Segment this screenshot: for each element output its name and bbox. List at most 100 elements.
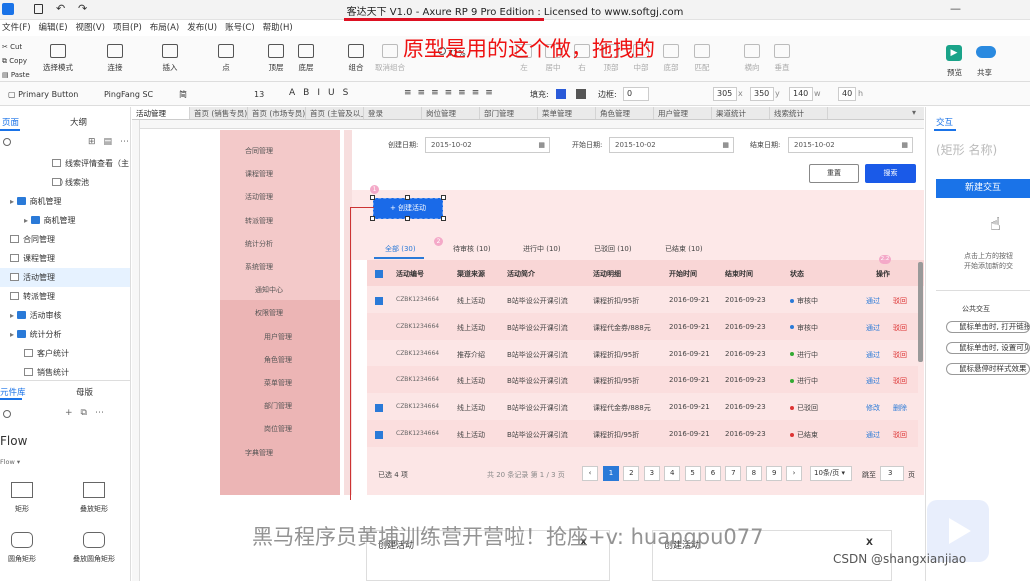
op-link-2[interactable]: 驳回 — [893, 430, 907, 440]
proto-nav-item[interactable]: 合同管理 — [245, 146, 273, 156]
goto-page-input[interactable]: 3 — [880, 466, 904, 481]
paste-button[interactable]: ▤ Paste — [2, 68, 30, 82]
weight-dropdown[interactable]: 简 — [175, 86, 245, 102]
library-shape-icon[interactable] — [83, 532, 105, 548]
page-tab[interactable]: 活动管理 — [132, 107, 190, 119]
x-input[interactable]: 305 — [713, 87, 737, 101]
op-link-1[interactable]: 通过 — [866, 430, 880, 440]
common-interaction-3[interactable]: 鼠标悬停时样式效果 — [946, 363, 1030, 375]
page-number-button[interactable]: 6 — [705, 466, 721, 481]
page-tab[interactable]: 首页 (销售专员) — [190, 107, 248, 119]
op-link-2[interactable]: 驳回 — [893, 376, 907, 386]
page-tree-item[interactable]: ▸ 统计分析 — [0, 325, 130, 344]
text-style-icons[interactable]: ABIUS — [289, 88, 356, 98]
page-tab[interactable]: 首页 (主管及以上) — [306, 107, 364, 119]
page-size-select[interactable]: 10条/页 ▾ — [810, 466, 852, 481]
toolbar-button-14[interactable]: 匹配 — [680, 44, 724, 73]
menu-item[interactable]: 文件(F) — [2, 20, 31, 36]
style-dropdown[interactable]: ▢ Primary Button — [4, 86, 94, 102]
toolbar-button-2[interactable]: 插入 — [148, 44, 192, 73]
menu-item[interactable]: 布局(A) — [150, 20, 179, 36]
toolbar-button-1[interactable]: 连接 — [93, 44, 137, 73]
height-input[interactable]: 40 — [838, 87, 856, 101]
menu-item[interactable]: 编辑(E) — [39, 20, 68, 36]
page-actions-icons[interactable]: ⊞▤⋯ — [88, 137, 137, 147]
op-link-2[interactable]: 删除 — [893, 403, 907, 413]
proto-nav-item[interactable]: 菜单管理 — [264, 378, 292, 388]
page-number-button[interactable]: 4 — [664, 466, 681, 481]
toolbar-button-3[interactable]: 点 — [204, 44, 248, 73]
proto-nav-item[interactable]: 部门管理 — [264, 401, 292, 411]
page-tab[interactable]: 用户管理 — [654, 107, 712, 119]
library-shape-icon[interactable] — [83, 482, 105, 498]
op-link-2[interactable]: 驳回 — [893, 350, 907, 360]
op-link-1[interactable]: 通过 — [866, 296, 880, 306]
page-number-button[interactable]: 9 — [766, 466, 783, 481]
page-tab[interactable]: 部门管理 — [480, 107, 538, 119]
filter-tab[interactable]: 进行中 (10) — [523, 244, 561, 254]
proto-nav-item[interactable]: 通知中心 — [255, 285, 283, 295]
page-tree-item[interactable]: 合同管理 — [0, 230, 130, 249]
filter-tab[interactable]: 已结束 (10) — [665, 244, 703, 254]
page-number-button[interactable]: 2 — [623, 466, 640, 481]
table-scrollbar[interactable] — [918, 262, 923, 362]
page-tab[interactable]: 线索统计 — [770, 107, 828, 119]
proto-nav-item[interactable]: 系统管理 — [245, 262, 273, 272]
cloud-icon[interactable] — [976, 46, 996, 58]
page-tree-item[interactable]: 线索池 — [0, 173, 130, 192]
page-number-button[interactable]: 5 — [684, 466, 701, 481]
proto-nav-item[interactable]: 课程管理 — [245, 169, 273, 179]
row-checkbox[interactable] — [375, 404, 383, 413]
next-page-button[interactable]: › — [786, 466, 802, 481]
copy-button[interactable]: ⧉ Copy — [2, 54, 30, 68]
page-tab[interactable]: 菜单管理 — [538, 107, 596, 119]
page-tree-item[interactable]: ▸ 活动审核 — [0, 306, 130, 325]
proto-nav-item[interactable]: 权限管理 — [255, 308, 283, 318]
fill-color-swatch[interactable] — [556, 89, 566, 99]
start-date-input[interactable]: 2015-10-02 ▦ — [609, 137, 734, 153]
expand-caret-icon[interactable]: ▸ — [24, 216, 31, 225]
search-icon[interactable] — [3, 138, 11, 146]
create-date-input[interactable]: 2015-10-02 ▦ — [425, 137, 550, 153]
reset-button[interactable]: 重置 — [809, 164, 859, 183]
page-tree-item[interactable]: 活动管理 — [0, 268, 130, 287]
tab-library[interactable]: 元件库 — [0, 386, 26, 398]
proto-nav-item[interactable]: 活动管理 — [245, 192, 273, 202]
library-shape-icon[interactable] — [11, 532, 33, 548]
toolbar-button-16[interactable]: 垂直 — [760, 44, 804, 73]
menu-item[interactable]: 帮助(H) — [263, 20, 293, 36]
proto-nav-item[interactable]: 统计分析 — [245, 239, 273, 249]
proto-nav-item[interactable]: 岗位管理 — [264, 424, 292, 434]
page-number-button[interactable]: 8 — [745, 466, 762, 481]
proto-nav-item[interactable]: 转派管理 — [245, 216, 273, 226]
page-tree-item[interactable]: 客户统计 — [0, 344, 130, 363]
page-tree-item[interactable]: ▸ 商机管理 — [0, 192, 130, 211]
tab-pages[interactable]: 页面 — [2, 116, 19, 128]
new-interaction-button[interactable]: 新建交互 — [936, 179, 1030, 198]
page-tab[interactable]: 岗位管理 — [422, 107, 480, 119]
op-link-2[interactable]: 驳回 — [893, 323, 907, 333]
proto-nav-item[interactable]: 用户管理 — [264, 332, 292, 342]
toolbar-button-5[interactable]: 底层 — [284, 44, 328, 73]
y-input[interactable]: 350 — [750, 87, 774, 101]
font-size-dropdown[interactable]: 13 — [250, 86, 280, 102]
menu-item[interactable]: 发布(U) — [187, 20, 217, 36]
op-link-1[interactable]: 通过 — [866, 376, 880, 386]
border-width-input[interactable]: 0 — [623, 87, 649, 101]
op-link-1[interactable]: 通过 — [866, 323, 880, 333]
page-tree-item[interactable]: 转派管理 — [0, 287, 130, 306]
preview-icon[interactable]: ▶ — [946, 45, 962, 61]
filter-tab[interactable]: 待审核 (10) — [453, 244, 491, 254]
search-button[interactable]: 搜索 — [865, 164, 916, 183]
tab-outline[interactable]: 大纲 — [70, 116, 87, 128]
tabs-dropdown-icon[interactable]: ▾ — [912, 108, 916, 117]
op-link-1[interactable]: 修改 — [866, 403, 880, 413]
row-checkbox[interactable] — [375, 431, 383, 439]
width-input[interactable]: 140 — [789, 87, 813, 101]
proto-nav-item[interactable]: 字典管理 — [245, 448, 273, 458]
filter-tab[interactable]: 已驳回 (10) — [594, 244, 632, 254]
menu-item[interactable]: 项目(P) — [113, 20, 142, 36]
page-tab[interactable]: 登录 — [364, 107, 422, 119]
shape-name-input[interactable]: (矩形 名称) — [936, 141, 997, 158]
page-tree-item[interactable]: 线索评情查看（主管） — [0, 154, 130, 187]
